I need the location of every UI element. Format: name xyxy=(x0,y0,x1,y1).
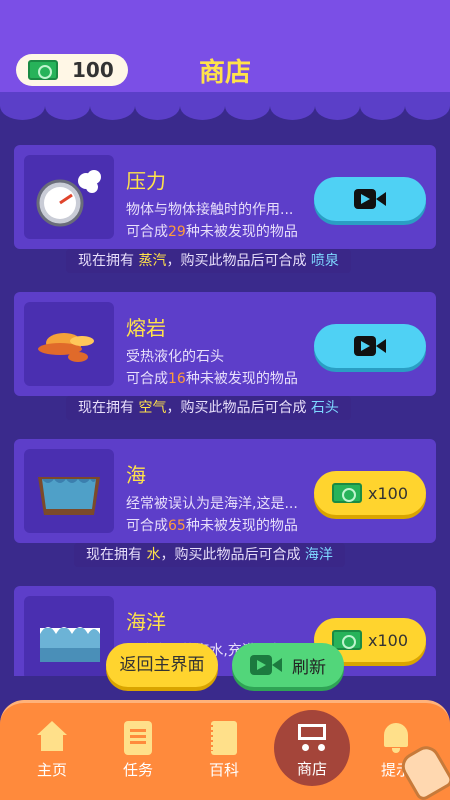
item-hint: 现在拥有 水，购买此物品后可合成 海洋 xyxy=(74,543,345,567)
nav-item-tasks[interactable]: 任务 xyxy=(108,721,168,780)
page-title: 商店 xyxy=(198,58,251,88)
shop-item-card: 海洋 ...比大河的海水,充满了鱼 x100 xyxy=(14,586,436,676)
sea-icon xyxy=(38,477,100,515)
item-thumbnail xyxy=(24,155,114,239)
price-label: x100 xyxy=(367,483,408,503)
item-hint: 现在拥有 空气，购买此物品后可合成 石头 xyxy=(66,396,351,420)
item-hint: 现在拥有 蒸汽，购买此物品后可合成 喷泉 xyxy=(66,249,351,273)
item-thumbnail xyxy=(24,302,114,386)
item-combine-count: 可合成16种未被发现的物品 xyxy=(126,371,298,387)
price-label: x100 xyxy=(367,630,408,650)
home-icon xyxy=(35,721,69,755)
item-thumbnail xyxy=(24,449,114,533)
back-to-main-button[interactable]: 返回主界面 xyxy=(106,643,218,687)
nav-label: 商店 xyxy=(296,760,327,778)
nav-label: 百科 xyxy=(208,761,239,779)
item-description: 物体与物体接触时的作用... xyxy=(126,202,294,218)
watch-video-buy-button[interactable] xyxy=(314,324,426,368)
item-description: 经常被误认为是海洋,这是... xyxy=(126,496,298,512)
cart-icon xyxy=(294,720,330,751)
video-camera-icon xyxy=(354,189,386,209)
notebook-icon xyxy=(207,721,237,755)
cash-icon xyxy=(331,630,362,650)
pressure-gauge-icon xyxy=(36,170,101,227)
nav-label: 主页 xyxy=(36,761,67,779)
refresh-button[interactable]: 刷新 xyxy=(232,643,344,687)
video-camera-icon xyxy=(354,336,386,356)
nav-item-home[interactable]: 主页 xyxy=(22,721,82,780)
watch-video-buy-button[interactable] xyxy=(314,177,426,221)
bell-icon xyxy=(379,721,413,755)
bottom-nav: 主页 任务 百科 提示 xyxy=(0,700,450,800)
clipboard-icon xyxy=(124,721,152,755)
item-combine-count: 可合成65种未被发现的物品 xyxy=(126,518,298,534)
nav-item-wiki[interactable]: 百科 xyxy=(194,721,254,780)
item-name: 海洋 xyxy=(126,610,166,634)
nav-label: 任务 xyxy=(122,761,153,779)
item-name: 压力 xyxy=(126,169,166,193)
item-description: 受热液化的石头 xyxy=(126,349,224,365)
nav-item-shop[interactable]: 商店 xyxy=(274,710,350,786)
refresh-label: 刷新 xyxy=(292,657,326,678)
shop-item-card: 压力 物体与物体接触时的作用... 可合成29种未被发现的物品 xyxy=(14,145,436,249)
shop-item-card: 熔岩 受热液化的石头 可合成16种未被发现的物品 xyxy=(14,292,436,396)
item-name: 熔岩 xyxy=(126,316,166,340)
header-scallop-border xyxy=(0,92,450,126)
shop-item-card: 海 经常被误认为是海洋,这是... 可合成65种未被发现的物品 x100 xyxy=(14,439,436,543)
cash-buy-button[interactable]: x100 xyxy=(314,471,426,515)
ocean-icon xyxy=(40,627,100,662)
item-name: 海 xyxy=(126,463,146,487)
shop-item-list[interactable]: 压力 物体与物体接触时的作用... 可合成29种未被发现的物品 现在拥有 蒸汽，… xyxy=(0,126,450,676)
video-camera-icon xyxy=(250,655,282,675)
lava-icon xyxy=(38,333,94,362)
item-thumbnail xyxy=(24,596,114,676)
item-combine-count: 可合成29种未被发现的物品 xyxy=(126,224,298,240)
cash-icon xyxy=(331,483,362,503)
